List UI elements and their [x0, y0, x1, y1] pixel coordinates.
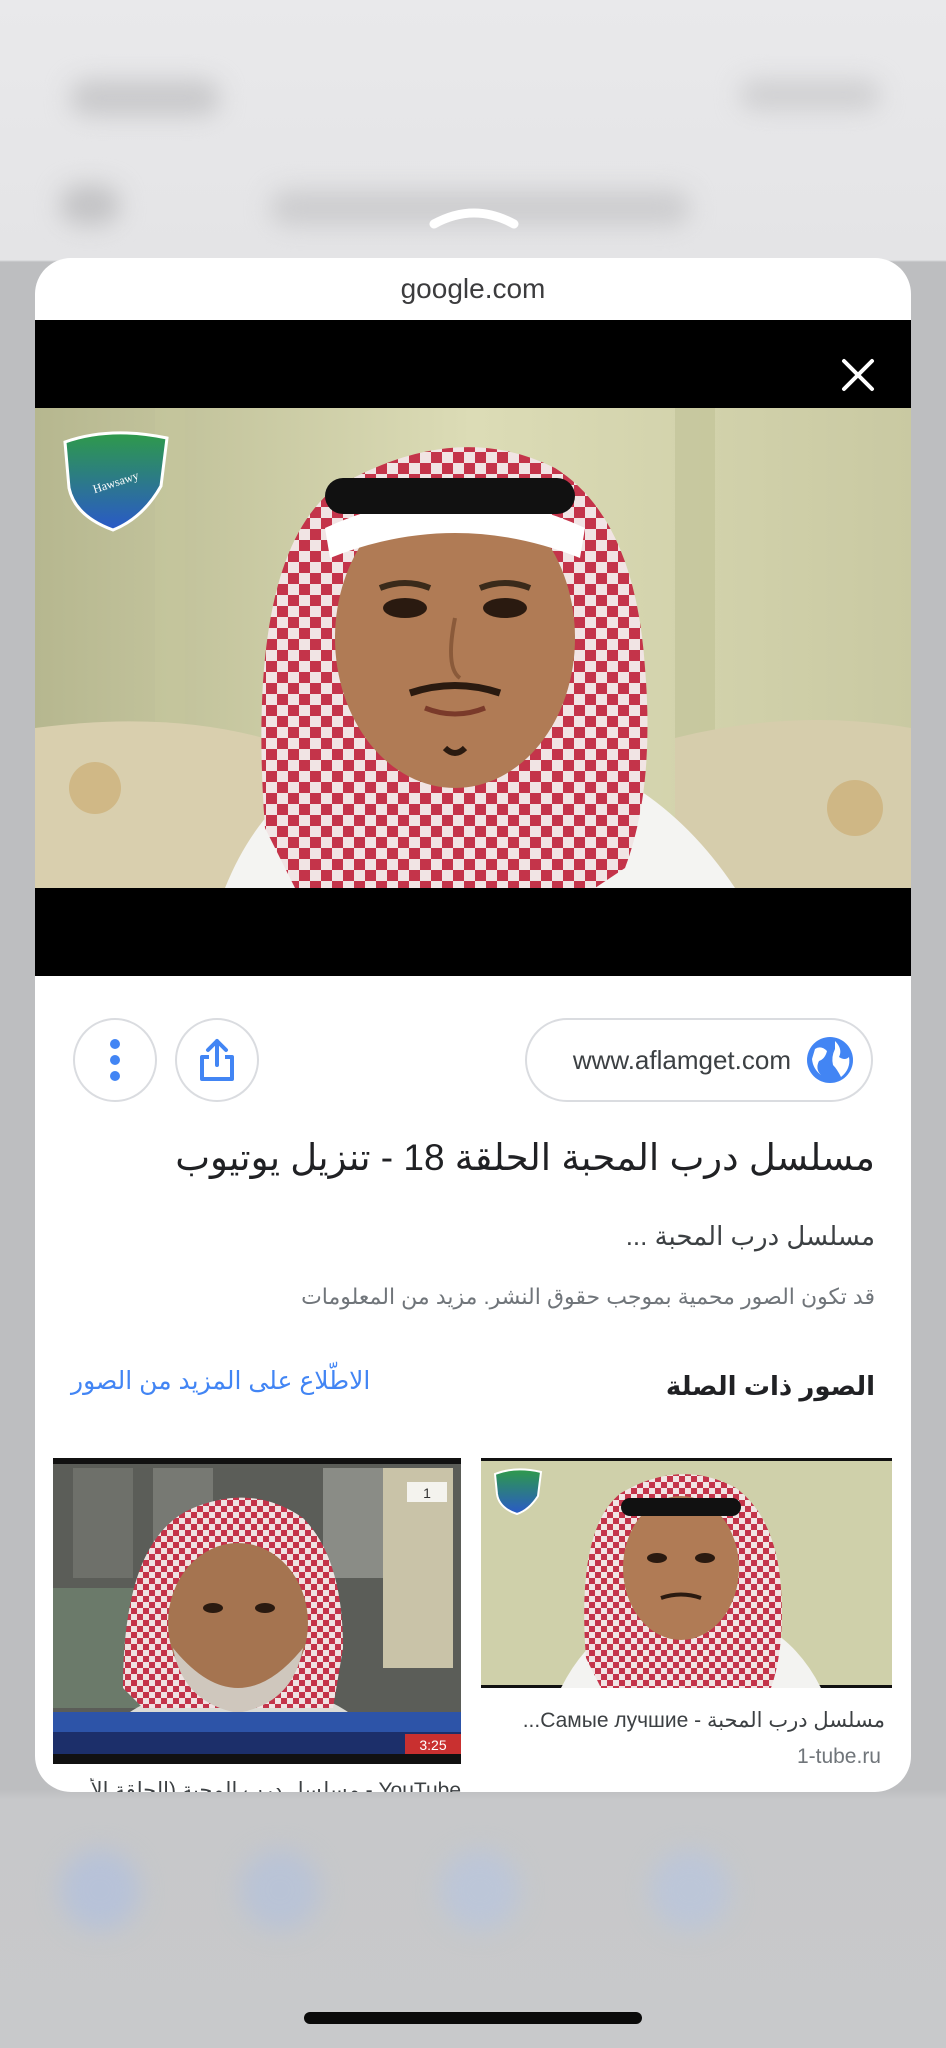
- related-images-heading: الصور ذات الصلة: [665, 1371, 875, 1401]
- related-image-source: 1-tube.ru: [796, 1745, 881, 1768]
- main-image[interactable]: Hawsawy: [35, 408, 911, 888]
- result-title[interactable]: مسلسل درب المحبة الحلقة 18 - تنزيل يوتيو…: [75, 1136, 875, 1180]
- related-image-thumbnail[interactable]: [481, 1458, 892, 1688]
- close-icon: [842, 359, 874, 391]
- see-more-images-link[interactable]: الاطّلاع على المزيد من الصور: [71, 1366, 370, 1396]
- background-blur-block: [60, 1850, 140, 1930]
- background-blur-block: [70, 80, 220, 116]
- copyright-note[interactable]: قد تكون الصور محمية بموجب حقوق النشر. مز…: [75, 1284, 875, 1310]
- background-blur-block: [60, 185, 120, 225]
- more-vert-icon: [110, 1039, 120, 1081]
- more-options-button[interactable]: [73, 1018, 157, 1102]
- related-image-thumbnail[interactable]: 3:25 1: [53, 1458, 461, 1764]
- image-preview-sheet: google.com Hawsawy www.aflamget.com مسلس…: [35, 258, 911, 1792]
- sheet-handle-chevron-icon[interactable]: [428, 198, 520, 232]
- globe-icon: [807, 1037, 853, 1083]
- home-indicator[interactable]: [304, 2012, 642, 2024]
- background-blur-block: [440, 1850, 520, 1930]
- sheet-domain: google.com: [400, 273, 546, 304]
- image-viewer[interactable]: Hawsawy: [35, 320, 911, 976]
- related-image-caption[interactable]: YouTube - مسلسل درب المحبة (الحلقة الأ: [53, 1778, 461, 1792]
- result-snippet: مسلسل درب المحبة ...: [625, 1221, 875, 1251]
- close-button[interactable]: [833, 350, 883, 400]
- site-url: www.aflamget.com: [572, 1044, 791, 1075]
- ticker-time: 3:25: [419, 1737, 446, 1753]
- background-blur-block: [740, 80, 880, 110]
- visit-site-chip[interactable]: www.aflamget.com: [525, 1018, 873, 1102]
- share-icon: [200, 1039, 234, 1081]
- related-image-caption[interactable]: مسلسل درب المحبة - Самые лучшие...: [465, 1708, 885, 1733]
- background-blur-block: [240, 1850, 320, 1930]
- background-blur-block: [650, 1850, 730, 1930]
- ticker-channel-number: 1: [423, 1485, 431, 1501]
- share-button[interactable]: [175, 1018, 259, 1102]
